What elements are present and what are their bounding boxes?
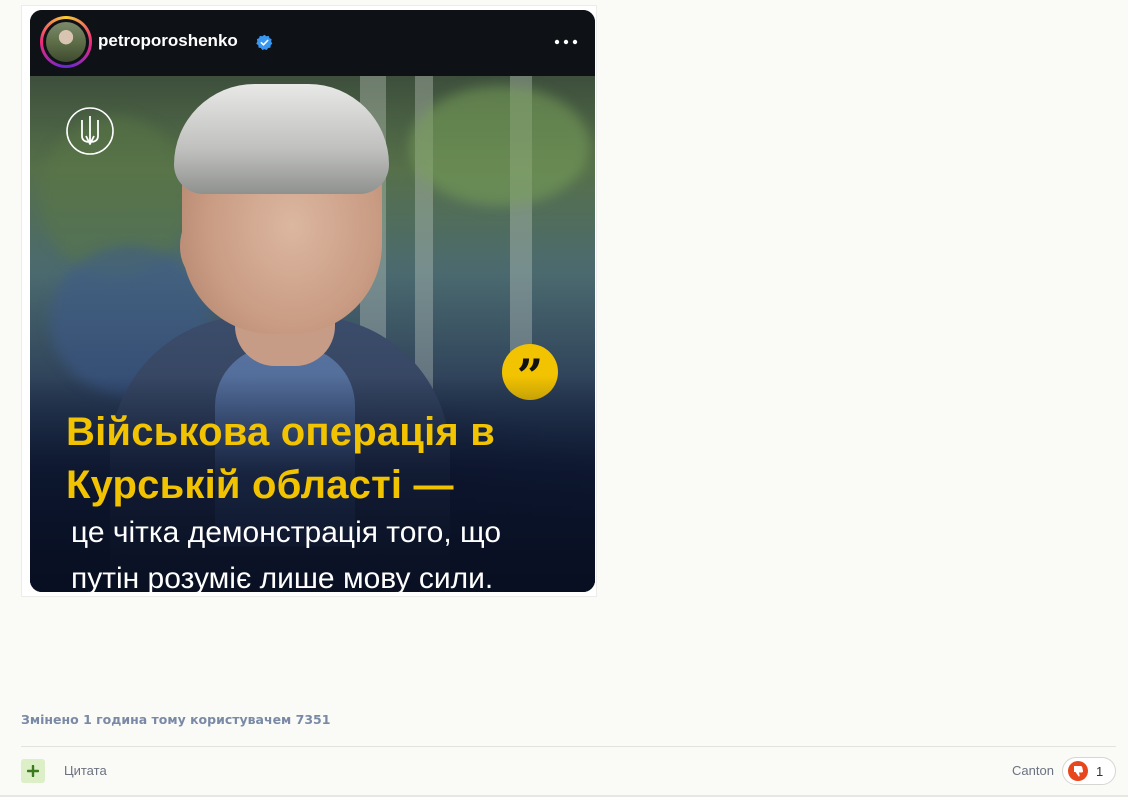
verified-badge-icon bbox=[256, 34, 273, 51]
thumbs-down-icon bbox=[1068, 761, 1088, 781]
divider bbox=[21, 746, 1116, 747]
reaction-button[interactable]: 1 bbox=[1062, 757, 1116, 785]
post-header: petroporoshenko bbox=[30, 10, 595, 76]
author-name[interactable]: Canton bbox=[1012, 763, 1054, 778]
post-headline: Військова операція в Курській області — bbox=[66, 406, 576, 512]
plus-button[interactable] bbox=[21, 759, 45, 783]
subline-line-2: путін розуміє лише мову сили. bbox=[71, 562, 494, 592]
post-image[interactable]: ” Військова операція в Курській області … bbox=[30, 76, 595, 592]
headline-line-2: Курській області — bbox=[66, 463, 454, 507]
instagram-embed: petroporoshenko ” Військова операція в К… bbox=[21, 5, 597, 597]
instagram-post-card: petroporoshenko ” Військова операція в К… bbox=[30, 10, 595, 592]
reaction-count: 1 bbox=[1096, 764, 1104, 779]
quote-link[interactable]: Цитата bbox=[64, 763, 107, 778]
post-username[interactable]: petroporoshenko bbox=[98, 31, 238, 51]
plus-icon bbox=[27, 765, 39, 777]
person-hair bbox=[174, 84, 389, 194]
subline-line-1: це чітка демонстрація того, що bbox=[71, 516, 502, 549]
more-options-icon[interactable] bbox=[553, 34, 579, 50]
edited-note: Змінено 1 година тому користувачем 7351 bbox=[21, 712, 331, 727]
avatar bbox=[46, 22, 86, 62]
trident-icon bbox=[66, 107, 114, 155]
post-subline: це чітка демонстрація того, що путін роз… bbox=[71, 510, 581, 592]
headline-line-1: Військова операція в bbox=[66, 410, 496, 454]
avatar-ring[interactable] bbox=[40, 16, 92, 68]
